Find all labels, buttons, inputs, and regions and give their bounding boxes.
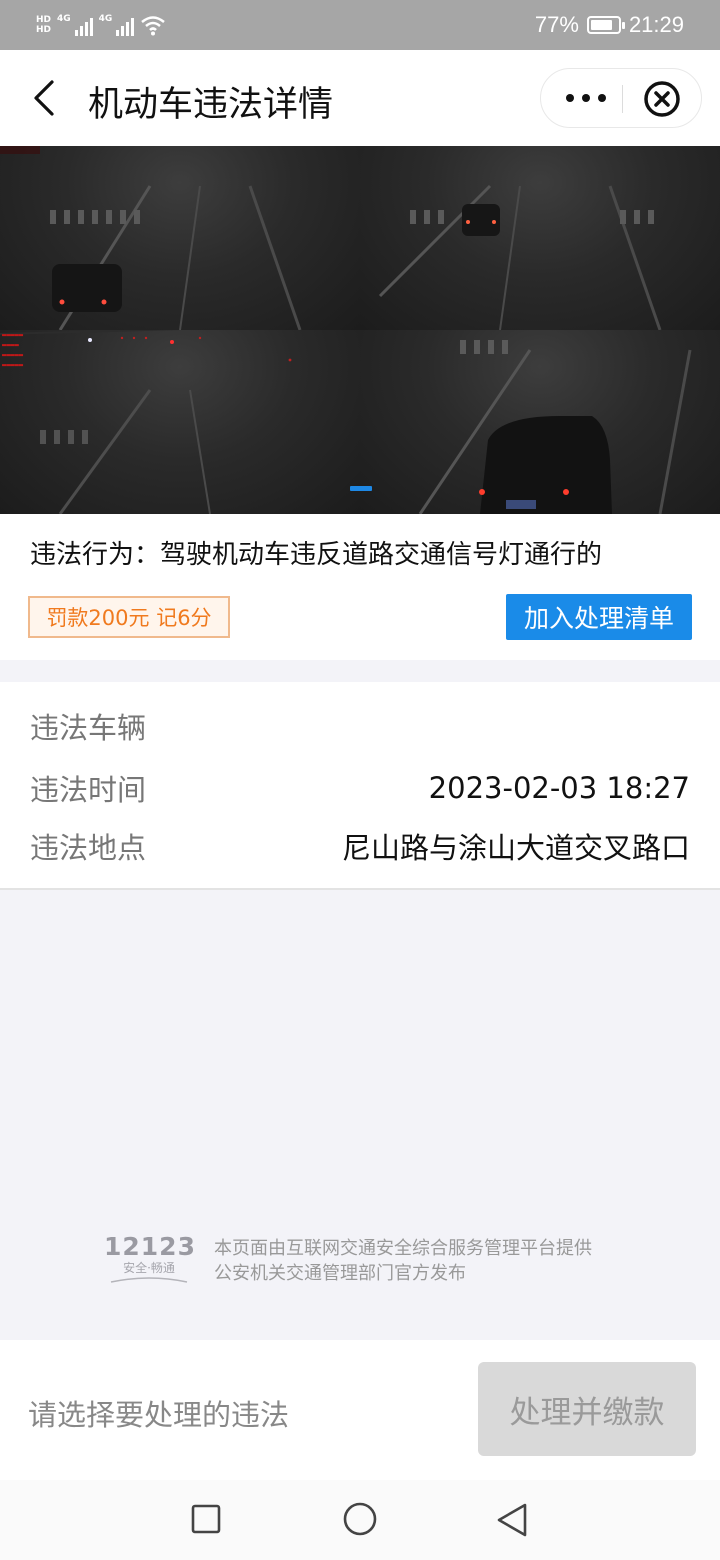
hd-indicator: HD HD [36, 15, 51, 35]
footer-line-1: 本页面由互联网交通安全综合服务管理平台提供 [214, 1238, 592, 1259]
detail-value: 2023-02-03 18:27 [428, 771, 690, 805]
fine-points-badge: 罚款200元 记6分 [28, 596, 230, 638]
camera-frame-2 [360, 146, 720, 330]
detail-label: 违法车辆 [30, 711, 147, 745]
action-bar: 请选择要处理的违法 处理并缴款 [0, 1340, 720, 1480]
network-type-2: 4G [98, 14, 113, 24]
camera-frame-3: ▬▬▬▬▬ ▬▬▬▬ ▬▬▬▬▬ ▬▬▬▬▬ [0, 330, 360, 514]
more-dots-icon[interactable] [563, 83, 609, 113]
network-type-1: 4G [57, 14, 71, 24]
battery-percent: 77% [534, 12, 579, 37]
camera-frame-1 [0, 146, 360, 330]
clock: 21:29 [628, 12, 684, 37]
mini-program-capsule [540, 68, 702, 128]
system-nav-bar [0, 1480, 720, 1560]
detail-row-vehicle: 违法车辆 [30, 706, 690, 746]
add-to-list-button[interactable]: 加入处理清单 [506, 594, 692, 640]
logo-number: 12123 [104, 1232, 196, 1261]
footer-line-2: 公安机关交通管理部门官方发布 [214, 1263, 466, 1284]
violation-card: 违法行为：驾驶机动车违反道路交通信号灯通行的 罚款200元 记6分 加入处理清单 [0, 514, 720, 660]
carousel-indicator [350, 486, 372, 491]
selection-hint: 请选择要处理的违法 [28, 1398, 290, 1432]
status-bar: HD HD 4G 4G 77% 21:29 [0, 0, 720, 50]
detail-row-location: 违法地点 尼山路与涂山大道交叉路口 [30, 826, 690, 866]
process-and-pay-button[interactable]: 处理并缴款 [478, 1362, 696, 1456]
hd-label-2: HD [36, 25, 52, 35]
page-title: 机动车违法详情 [88, 85, 334, 125]
close-circle-icon[interactable] [643, 80, 681, 118]
camera-overlay-text: ▬▬▬▬▬ ▬▬▬▬ ▬▬▬▬▬ ▬▬▬▬▬ [2, 331, 24, 369]
detail-label: 违法地点 [30, 831, 147, 865]
status-left: HD HD 4G 4G [36, 9, 166, 41]
footer-text: 本页面由互联网交通安全综合服务管理平台提供 公安机关交通管理部门官方发布 [214, 1236, 592, 1286]
detail-label: 违法时间 [30, 773, 147, 807]
platform-footer: 12123 安全·畅通 本页面由互联网交通安全综合服务管理平台提供 公安机关交通… [104, 1232, 624, 1292]
home-icon[interactable] [343, 1502, 377, 1536]
violation-behavior: 违法行为：驾驶机动车违反道路交通信号灯通行的 [30, 540, 603, 570]
detail-value: 尼山路与涂山大道交叉路口 [341, 831, 690, 865]
logo-slogan: 安全·畅通 [123, 1261, 175, 1275]
header: 机动车违法详情 [0, 50, 720, 146]
camera-frame-4 [360, 330, 720, 514]
chevron-left-icon[interactable] [28, 78, 68, 118]
capsule-divider [622, 85, 623, 113]
battery-icon [586, 16, 625, 34]
status-right: 77% 21:29 [535, 12, 684, 38]
signal-icon: 4G [57, 14, 93, 36]
violation-photo[interactable]: ▬▬▬▬▬ ▬▬▬▬ ▬▬▬▬▬ ▬▬▬▬▬ [0, 146, 720, 514]
detail-row-time: 违法时间 2023-02-03 18:27 [30, 768, 690, 808]
hd-label-1: HD [36, 15, 52, 25]
12123-logo: 12123 安全·畅通 [104, 1232, 196, 1284]
wifi-icon [141, 16, 166, 36]
back-icon[interactable] [495, 1502, 529, 1538]
signal-icon-2: 4G [99, 14, 135, 36]
recent-apps-icon[interactable] [191, 1504, 221, 1534]
violation-details: 违法车辆 违法时间 2023-02-03 18:27 违法地点 尼山路与涂山大道… [0, 682, 720, 890]
